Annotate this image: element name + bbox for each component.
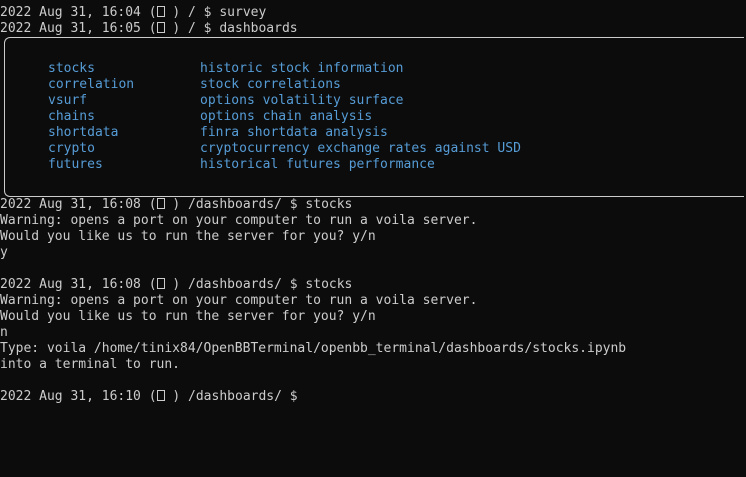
menu-command: chains	[48, 109, 95, 124]
history-line: 2022 Aug 31, 16:04 ( ) / $ survey	[0, 5, 746, 21]
user-answer: n	[0, 325, 8, 340]
history-line: 2022 Aug 31, 16:08 ( ) /dashboards/ $ st…	[0, 197, 746, 213]
prompt-timestamp: 2022 Aug 31, 16:08 (	[0, 197, 157, 212]
output-line: Warning: opens a port on your computer t…	[0, 213, 478, 228]
menu-item-crypto: crypto cryptocurrency exchange rates agai…	[48, 141, 521, 157]
unknown-glyph-icon	[156, 390, 165, 401]
output-line: Warning: opens a port on your computer t…	[0, 293, 478, 308]
output-line: Would you like us to run the server for …	[0, 229, 376, 244]
output-line: Would you like us to run the server for …	[0, 309, 376, 324]
unknown-glyph-icon	[156, 278, 165, 289]
menu-command: correlation	[48, 77, 135, 92]
menu-item-futures: futures historical futures performance	[48, 157, 521, 173]
prompt-command: ) /dashboards/ $ stocks	[164, 277, 353, 292]
menu-item-shortdata: shortdata finra shortdata analysis	[48, 125, 521, 141]
menu-item-correlation: correlation stock correlations	[48, 77, 521, 93]
menu-item-vsurf: vsurf options volatility surface	[48, 93, 521, 109]
prompt-timestamp: 2022 Aug 31, 16:05 (	[0, 21, 157, 36]
prompt-timestamp: 2022 Aug 31, 16:10 (	[0, 389, 157, 404]
menu-description: historic stock information	[200, 61, 404, 76]
unknown-glyph-icon	[156, 198, 165, 209]
dashboards-menu-list: stocks historic stock information correla…	[48, 61, 521, 173]
output-line: Type: voila /home/tinix84/OpenBBTerminal…	[0, 341, 627, 356]
prompt-path: ) /dashboards/ $	[164, 389, 298, 404]
user-answer: y	[0, 245, 8, 260]
menu-description: cryptocurrency exchange rates against US…	[200, 141, 521, 156]
output-line: into a terminal to run.	[0, 357, 181, 372]
prompt-timestamp: 2022 Aug 31, 16:04 (	[0, 5, 157, 20]
menu-description: options volatility surface	[200, 93, 404, 108]
menu-description: stock correlations	[200, 77, 341, 92]
menu-command: vsurf	[48, 93, 88, 108]
menu-description: historical futures performance	[200, 157, 435, 172]
prompt-command: ) / $ survey	[164, 5, 267, 20]
menu-description: options chain analysis	[200, 109, 373, 124]
unknown-glyph-icon	[156, 22, 165, 33]
menu-command: futures	[48, 157, 103, 172]
history-line: 2022 Aug 31, 16:05 ( ) / $ dashboards	[0, 21, 746, 37]
active-prompt[interactable]: 2022 Aug 31, 16:10 ( ) /dashboards/ $	[0, 389, 746, 405]
menu-item-stocks: stocks historic stock information	[48, 61, 521, 77]
menu-command: stocks	[48, 61, 95, 76]
menu-command: crypto	[48, 141, 95, 156]
menu-description: finra shortdata analysis	[200, 125, 388, 140]
terminal-window[interactable]: 2022 Aug 31, 16:04 ( ) / $ survey 2022 A…	[0, 5, 746, 405]
prompt-command: ) /dashboards/ $ stocks	[164, 197, 353, 212]
menu-command: shortdata	[48, 125, 119, 140]
prompt-command: ) / $ dashboards	[164, 21, 298, 36]
unknown-glyph-icon	[156, 6, 165, 17]
dashboards-menu-panel: stocks historic stock information correla…	[4, 37, 744, 197]
menu-item-chains: chains options chain analysis	[48, 109, 521, 125]
prompt-timestamp: 2022 Aug 31, 16:08 (	[0, 277, 157, 292]
history-line: 2022 Aug 31, 16:08 ( ) /dashboards/ $ st…	[0, 277, 746, 293]
